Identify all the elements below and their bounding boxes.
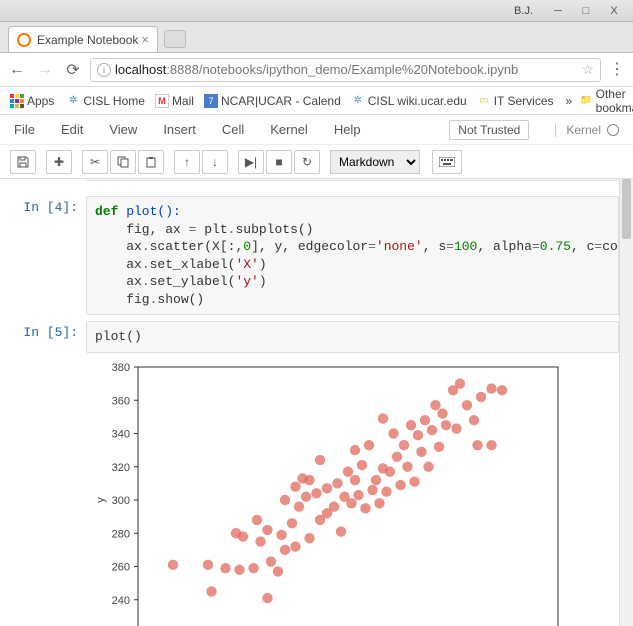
svg-text:240: 240 — [112, 595, 130, 607]
kernel-label: Kernel — [566, 123, 601, 137]
cut-button[interactable]: ✂ — [82, 150, 108, 174]
apps-button[interactable]: Apps — [6, 92, 58, 110]
svg-text:340: 340 — [112, 428, 130, 440]
svg-text:260: 260 — [112, 561, 130, 573]
copy-button[interactable] — [110, 150, 136, 174]
notebook-area: In [ ]: In [4]: def plot(): fig, ax = pl… — [0, 179, 633, 626]
bookmark-star-icon[interactable]: ☆ — [581, 61, 594, 78]
svg-text:280: 280 — [112, 528, 130, 540]
code-cell[interactable]: In [4]: def plot(): fig, ax = plt.subplo… — [8, 196, 619, 315]
command-palette-button[interactable] — [432, 150, 462, 174]
menu-cell[interactable]: Cell — [222, 122, 244, 137]
notebook-toolbar: ✚ ✂ ↑ ↓ ▶| ■ ↻ Markdown — [0, 145, 633, 179]
back-button[interactable]: ← — [6, 59, 28, 81]
scrollbar-thumb[interactable] — [622, 179, 631, 239]
menu-insert[interactable]: Insert — [163, 122, 196, 137]
site-info-icon[interactable]: i — [97, 63, 111, 77]
menu-edit[interactable]: Edit — [61, 122, 83, 137]
window-maximize-button[interactable]: □ — [573, 3, 599, 19]
bookmark-item[interactable]: ✲CISL Home — [62, 92, 149, 110]
svg-text:380: 380 — [112, 362, 130, 374]
bookmark-label: Mail — [172, 94, 194, 108]
cell-output: 2345678220240260280300320340360380Xy — [86, 353, 619, 626]
kernel-idle-icon — [607, 124, 619, 136]
os-titlebar: B.J. ─ □ X — [0, 0, 633, 22]
code-input[interactable]: def plot(): fig, ax = plt.subplots() ax.… — [86, 196, 619, 315]
url-path: :8888/notebooks/ipython_demo/Example%20N… — [166, 62, 518, 77]
folder-icon: ▭ — [477, 94, 491, 108]
code-input[interactable]: plot() — [86, 321, 619, 353]
kernel-indicator: Kernel — [555, 123, 619, 137]
bookmarks-bar: Apps ✲CISL HomeMMail7NCAR|UCAR - Calend✲… — [0, 87, 633, 115]
trust-button[interactable]: Not Trusted — [449, 120, 529, 140]
address-bar[interactable]: i localhost:8888/notebooks/ipython_demo/… — [90, 58, 601, 82]
new-tab-button[interactable] — [164, 30, 186, 48]
run-button[interactable]: ▶| — [238, 150, 264, 174]
move-up-button[interactable]: ↑ — [174, 150, 200, 174]
scatter-plot: 2345678220240260280300320340360380Xy — [90, 359, 570, 626]
cell-type-select[interactable]: Markdown — [330, 150, 420, 174]
bookmark-item[interactable]: MMail — [151, 92, 198, 110]
browser-toolbar: ← → ⟳ i localhost:8888/notebooks/ipython… — [0, 53, 633, 87]
tab-title: Example Notebook — [37, 33, 138, 47]
restart-button[interactable]: ↻ — [294, 150, 320, 174]
cell-prompt: In [4]: — [8, 196, 86, 315]
svg-text:320: 320 — [112, 462, 130, 474]
other-bookmarks-label: Other bookmarks — [596, 87, 633, 115]
window-close-button[interactable]: X — [601, 3, 627, 19]
jupyter-favicon-icon — [17, 33, 31, 47]
interrupt-button[interactable]: ■ — [266, 150, 292, 174]
browser-tabstrip: Example Notebook × — [0, 22, 633, 53]
code-cell[interactable]: In [5]: plot() 2345678220240260280300320… — [8, 321, 619, 626]
move-down-button[interactable]: ↓ — [202, 150, 228, 174]
bookmark-label: CISL wiki.ucar.edu — [368, 94, 467, 108]
notebook-menubar: File Edit View Insert Cell Kernel Help Not Tru… — [0, 115, 633, 145]
folder-icon: 📁 — [580, 94, 592, 108]
bookmark-label: NCAR|UCAR - Calend — [221, 94, 341, 108]
user-label: B.J. — [514, 5, 533, 17]
window-minimize-button[interactable]: ─ — [545, 3, 571, 19]
bookmark-label: CISL Home — [83, 94, 145, 108]
add-cell-button[interactable]: ✚ — [46, 150, 72, 174]
bookmark-item[interactable]: ✲CISL wiki.ucar.edu — [347, 92, 471, 110]
menu-help[interactable]: Help — [334, 122, 361, 137]
save-button[interactable] — [10, 150, 36, 174]
mail-icon: M — [155, 94, 169, 108]
gear-icon: ✲ — [66, 94, 80, 108]
cal-icon: 7 — [204, 94, 218, 108]
menu-file[interactable]: File — [14, 122, 35, 137]
bookmark-item[interactable]: 7NCAR|UCAR - Calend — [200, 92, 345, 110]
other-bookmarks-button[interactable]: 📁 Other bookmarks — [580, 87, 633, 115]
bookmark-item[interactable]: ▭IT Services — [473, 92, 558, 110]
svg-text:300: 300 — [112, 495, 130, 507]
reload-button[interactable]: ⟳ — [62, 59, 84, 81]
paste-button[interactable] — [138, 150, 164, 174]
bookmarks-overflow[interactable]: » — [562, 92, 577, 110]
svg-text:y: y — [95, 497, 107, 503]
browser-menu-button[interactable]: ⋮ — [607, 66, 627, 74]
menu-view[interactable]: View — [109, 122, 137, 137]
apps-label: Apps — [27, 94, 54, 108]
gear-icon: ✲ — [351, 94, 365, 108]
forward-button[interactable]: → — [34, 59, 56, 81]
tab-close-button[interactable]: × — [141, 32, 149, 47]
browser-tab[interactable]: Example Notebook × — [8, 26, 158, 52]
apps-grid-icon — [10, 94, 24, 108]
url-host: localhost — [115, 62, 166, 77]
svg-text:360: 360 — [112, 395, 130, 407]
cell-prompt: In [5]: — [8, 321, 86, 626]
bookmark-label: IT Services — [494, 94, 554, 108]
menu-kernel[interactable]: Kernel — [270, 122, 308, 137]
code-cell[interactable]: In [ ]: — [8, 179, 619, 190]
